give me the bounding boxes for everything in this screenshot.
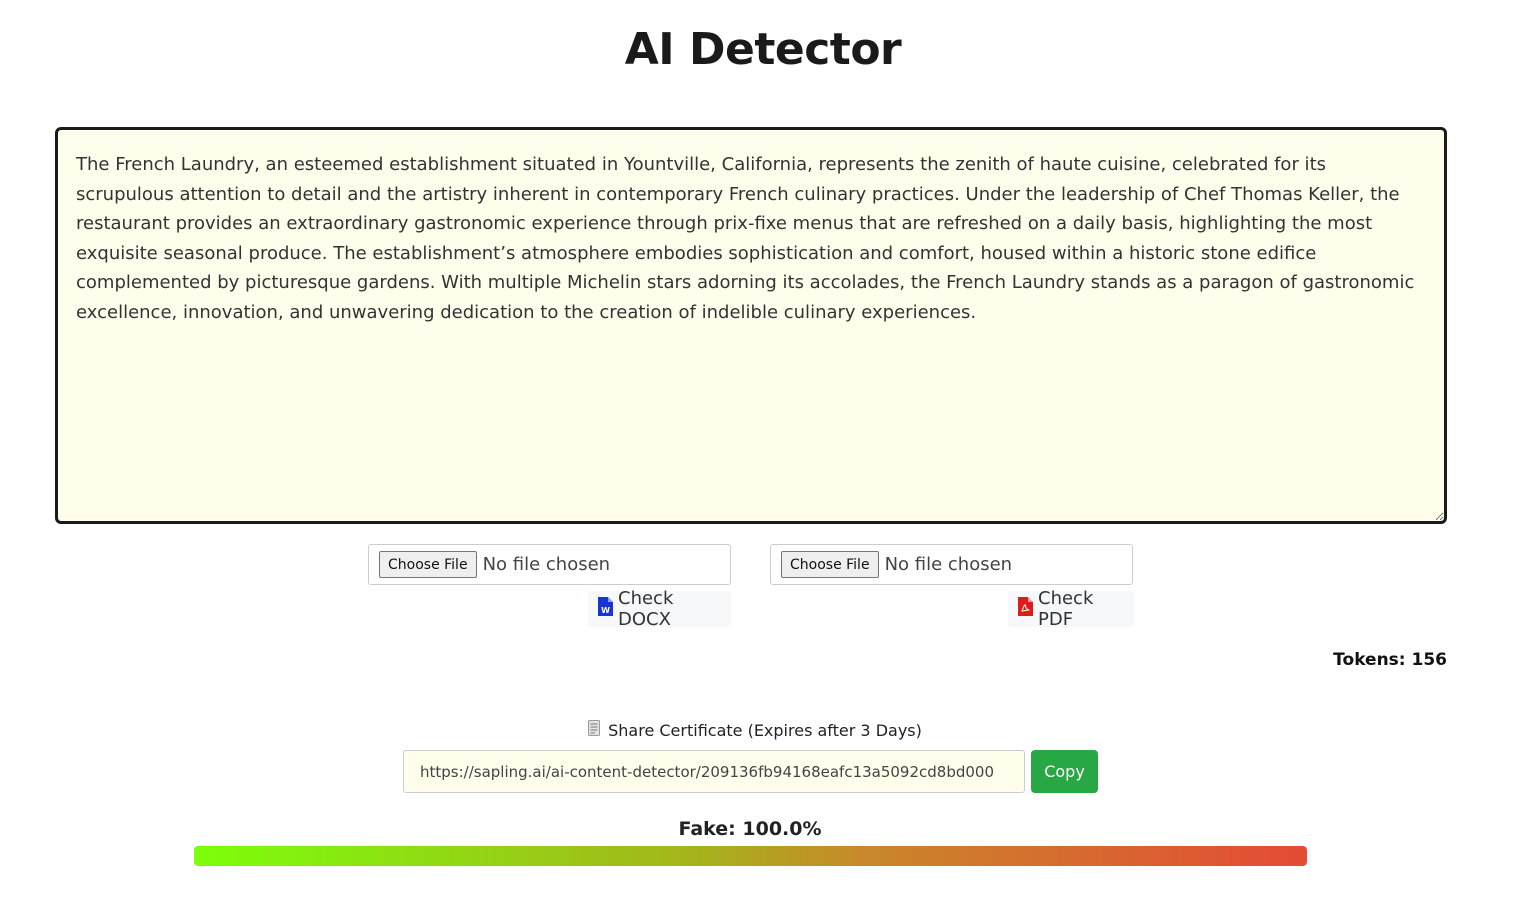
- share-certificate-label: Share Certificate (Expires after 3 Days): [608, 720, 922, 740]
- page-title: AI Detector: [624, 24, 902, 75]
- check-docx-label: Check DOCX: [618, 588, 674, 630]
- pdf-file-input[interactable]: Choose File No file chosen: [770, 544, 1133, 585]
- certificate-icon: [588, 720, 608, 740]
- token-count: Tokens: 156: [1333, 650, 1447, 670]
- pdf-file-status: No file chosen: [884, 554, 1013, 575]
- fake-score-bar-fill: [194, 846, 1307, 866]
- check-docx-button[interactable]: W Check DOCX: [588, 588, 731, 630]
- share-certificate-heading: Share Certificate (Expires after 3 Days): [0, 720, 1510, 740]
- copy-button[interactable]: Copy: [1031, 750, 1098, 793]
- docx-file-status: No file chosen: [482, 554, 611, 575]
- check-pdf-button[interactable]: Check PDF: [1008, 588, 1134, 630]
- fake-score-bar: [194, 846, 1307, 866]
- check-pdf-label: Check PDF: [1038, 588, 1094, 630]
- svg-text:W: W: [601, 606, 610, 615]
- word-file-icon: W: [598, 597, 618, 621]
- share-url-field[interactable]: [403, 750, 1025, 793]
- ai-detector-page: AI Detector The French Laundry, an estee…: [0, 0, 1526, 904]
- pdf-choose-file-button[interactable]: Choose File: [781, 551, 879, 578]
- docx-choose-file-button[interactable]: Choose File: [379, 551, 477, 578]
- text-input-area[interactable]: The French Laundry, an esteemed establis…: [55, 127, 1447, 524]
- fake-score-label: Fake: 100.0%: [678, 818, 822, 840]
- pdf-file-icon: [1018, 597, 1038, 621]
- docx-file-input[interactable]: Choose File No file chosen: [368, 544, 731, 585]
